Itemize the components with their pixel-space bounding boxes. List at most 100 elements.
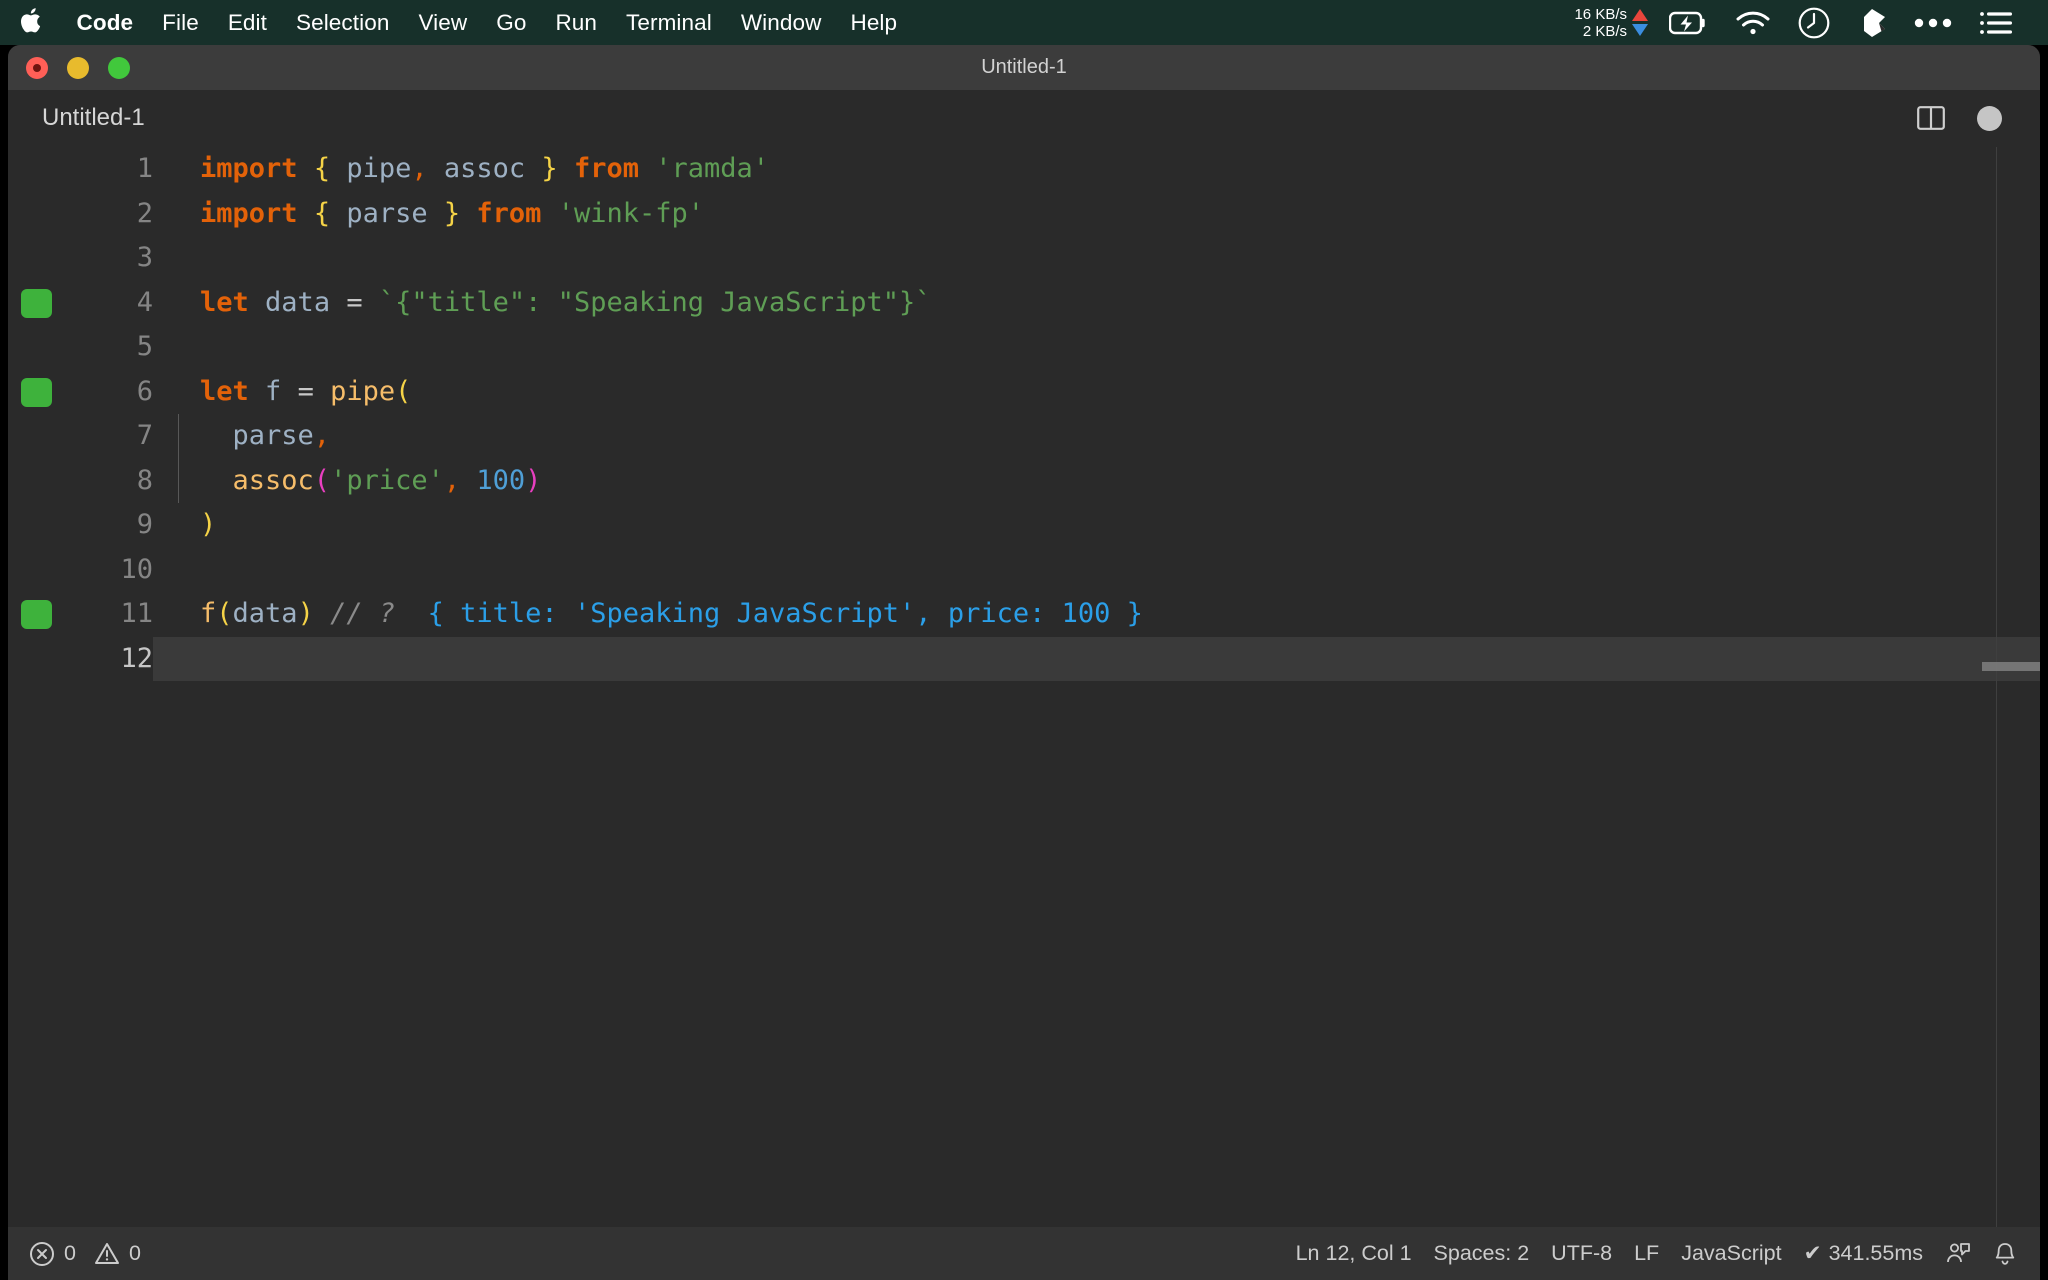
token-identifier-parse: parse bbox=[232, 420, 314, 451]
menu-item-file[interactable]: File bbox=[148, 0, 214, 45]
notifications-button[interactable] bbox=[1982, 1227, 2028, 1280]
line-number-current: 12 bbox=[120, 642, 153, 674]
indentation-button[interactable]: Spaces: 2 bbox=[1423, 1227, 1541, 1280]
code-line-1[interactable]: import { pipe, assoc } from 'ramda' bbox=[153, 147, 2040, 192]
code-line-10[interactable] bbox=[153, 548, 2040, 593]
dropbox-status-button[interactable] bbox=[1844, 0, 1900, 45]
language-mode-button[interactable]: JavaScript bbox=[1670, 1227, 1792, 1280]
status-bar-left: 0 0 bbox=[8, 1227, 152, 1280]
gutter[interactable] bbox=[8, 548, 86, 593]
editor-line: 8 assoc('price', 100) bbox=[8, 458, 2040, 504]
minimize-button[interactable] bbox=[67, 56, 89, 79]
maximize-button[interactable] bbox=[108, 56, 130, 79]
menu-item-window[interactable]: Window bbox=[726, 0, 836, 45]
menu-item-view[interactable]: View bbox=[404, 0, 482, 45]
unsaved-indicator-button[interactable] bbox=[1960, 90, 2018, 147]
gutter[interactable] bbox=[8, 503, 86, 548]
gutter[interactable] bbox=[8, 592, 86, 637]
code-line-7[interactable]: parse, bbox=[153, 414, 2040, 459]
gutter[interactable] bbox=[8, 370, 86, 415]
editor-line: 9 ) bbox=[8, 503, 2040, 548]
encoding-button[interactable]: UTF-8 bbox=[1540, 1227, 1623, 1280]
token-keyword-let: let bbox=[200, 375, 249, 407]
code-line-3[interactable] bbox=[153, 236, 2040, 281]
split-editor-button[interactable] bbox=[1902, 90, 1960, 147]
code-editor[interactable]: 1 import { pipe, assoc } from 'ramda' 2 … bbox=[8, 147, 2040, 1227]
code-line-9[interactable]: ) bbox=[153, 503, 2040, 548]
clock-status-button[interactable] bbox=[1784, 0, 1844, 45]
eol-button[interactable]: LF bbox=[1623, 1227, 1670, 1280]
token-keyword: import bbox=[200, 197, 298, 229]
editor-line: 1 import { pipe, assoc } from 'ramda' bbox=[8, 147, 2040, 192]
menu-item-help[interactable]: Help bbox=[836, 0, 912, 45]
quokka-runtime-value: 341.55ms bbox=[1828, 1241, 1923, 1265]
indent-guide bbox=[178, 458, 179, 503]
line-number: 4 bbox=[136, 286, 153, 318]
token-function-pipe: pipe bbox=[330, 375, 396, 407]
dropbox-icon bbox=[1857, 7, 1887, 39]
notifications-bell-icon bbox=[1993, 1241, 2017, 1267]
overview-ruler-border bbox=[1996, 147, 1997, 1227]
gutter[interactable] bbox=[8, 236, 86, 281]
code-line-11[interactable]: f(data) // ? { title: 'Speaking JavaScri… bbox=[153, 592, 2040, 637]
notification-center-button[interactable] bbox=[1966, 0, 2026, 45]
menu-item-terminal[interactable]: Terminal bbox=[612, 0, 727, 45]
apple-menu-button[interactable] bbox=[0, 6, 62, 39]
wifi-status-button[interactable] bbox=[1722, 0, 1784, 45]
control-center-button[interactable] bbox=[1900, 0, 1966, 45]
gutter[interactable] bbox=[8, 414, 86, 459]
line-number: 9 bbox=[136, 509, 153, 540]
editor-line: 10 bbox=[8, 548, 2040, 593]
download-arrow-icon bbox=[1632, 24, 1648, 36]
editor-tab-bar: Untitled-1 bbox=[8, 89, 2040, 147]
token-comma: , bbox=[313, 420, 331, 451]
cursor-position-button[interactable]: Ln 12, Col 1 bbox=[1285, 1227, 1423, 1280]
tab-untitled-1[interactable]: Untitled-1 bbox=[8, 89, 173, 147]
menu-bar-tray: 16 KB/s 2 KB/s bbox=[1570, 0, 2048, 45]
line-number: 8 bbox=[136, 464, 153, 496]
quokka-live-marker-icon bbox=[21, 600, 52, 629]
token-paren-close: ) bbox=[200, 509, 217, 540]
code-line-8[interactable]: assoc('price', 100) bbox=[153, 458, 2040, 503]
code-line-2[interactable]: import { parse } from 'wink-fp' bbox=[153, 192, 2040, 237]
tab-label: Untitled-1 bbox=[42, 104, 145, 131]
gutter[interactable] bbox=[8, 325, 86, 370]
editor-line: 6 let f = pipe( bbox=[8, 370, 2040, 415]
quokka-runtime-button[interactable]: ✔ 341.55ms bbox=[1793, 1227, 1934, 1280]
menu-item-edit[interactable]: Edit bbox=[213, 0, 281, 45]
window-title-bar: Untitled-1 bbox=[8, 45, 2040, 90]
token-comma: , bbox=[443, 464, 461, 496]
gutter[interactable] bbox=[8, 192, 86, 237]
menu-item-go[interactable]: Go bbox=[482, 0, 541, 45]
code-line-5[interactable] bbox=[153, 325, 2040, 370]
feedback-button[interactable] bbox=[1934, 1227, 1982, 1280]
code-line-4[interactable]: let data = `{"title": "Speaking JavaScri… bbox=[153, 281, 2040, 326]
token-string-ramda: 'ramda' bbox=[655, 153, 770, 184]
code-line-6[interactable]: let f = pipe( bbox=[153, 370, 2040, 415]
battery-status-button[interactable] bbox=[1656, 0, 1722, 45]
gutter[interactable] bbox=[8, 147, 86, 192]
problems-button[interactable]: 0 0 bbox=[18, 1227, 152, 1280]
token-keyword-from: from bbox=[557, 153, 656, 184]
gutter[interactable] bbox=[8, 459, 86, 504]
token-brace-close: } bbox=[443, 197, 461, 229]
editor-line: 7 parse, bbox=[8, 414, 2040, 459]
menu-item-code[interactable]: Code bbox=[62, 0, 148, 45]
network-speed-indicator[interactable]: 16 KB/s 2 KB/s bbox=[1570, 6, 1656, 40]
token-identifier-assoc: assoc bbox=[427, 153, 542, 184]
gutter[interactable] bbox=[8, 637, 86, 682]
close-button[interactable] bbox=[26, 56, 48, 79]
token-function-f: f bbox=[200, 598, 217, 629]
editor-scrollbar-thumb[interactable] bbox=[1982, 662, 2040, 671]
gutter[interactable] bbox=[8, 281, 86, 326]
apple-logo-icon bbox=[19, 6, 44, 35]
menu-item-run[interactable]: Run bbox=[541, 0, 612, 45]
code-line-12[interactable] bbox=[153, 636, 2040, 681]
line-number: 10 bbox=[120, 553, 153, 585]
menu-item-selection[interactable]: Selection bbox=[281, 0, 403, 45]
line-number: 1 bbox=[136, 153, 153, 184]
